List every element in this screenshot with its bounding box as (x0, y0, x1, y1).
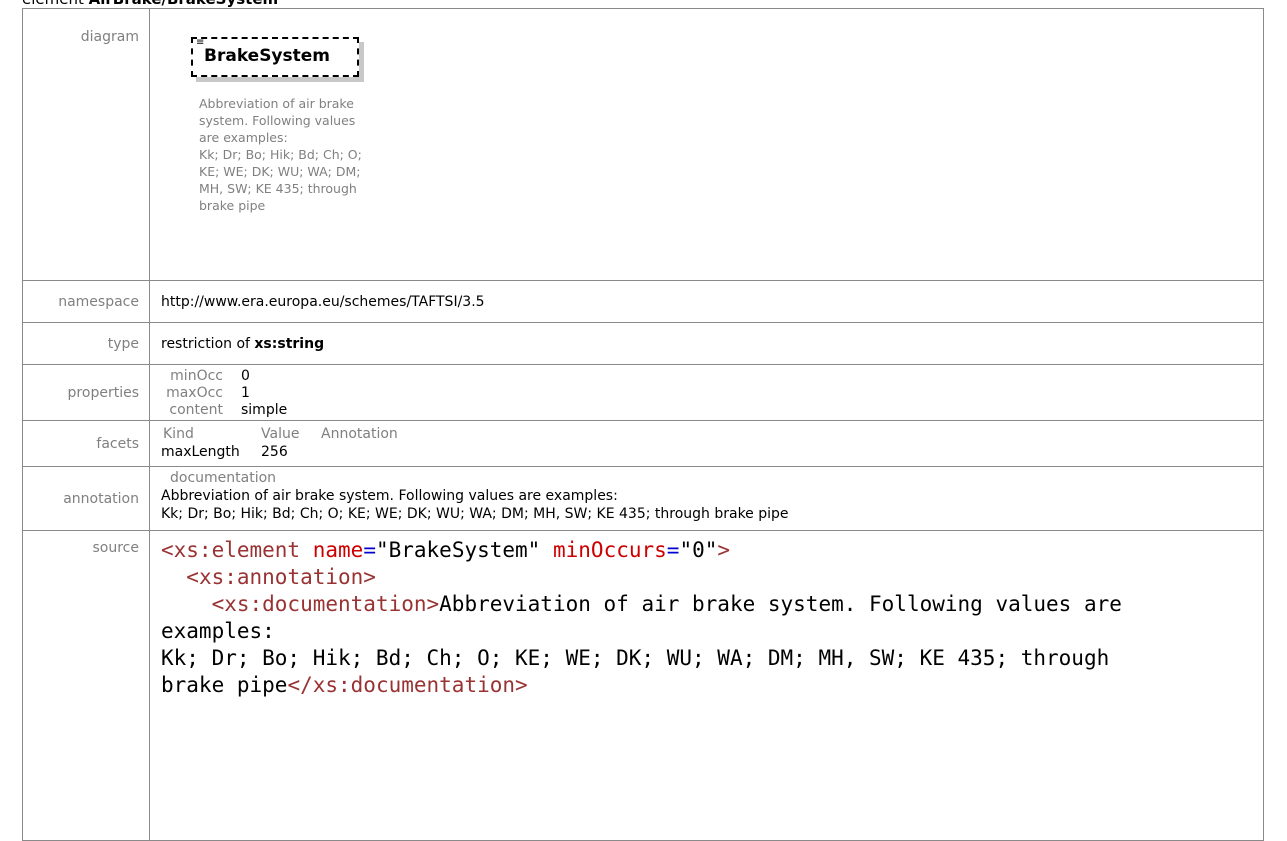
row-diagram: diagram ≡ BrakeSystem Abbreviation of ai… (22, 8, 1264, 281)
src-tag: <xs:element (161, 538, 301, 562)
facet-header-kind: Kind (163, 426, 194, 442)
element-box[interactable]: ≡ BrakeSystem (191, 37, 359, 77)
label-properties: properties (22, 364, 150, 421)
diagram-doc-line: brake pipe (199, 198, 266, 213)
src-val: "BrakeSystem" (375, 538, 541, 562)
label-type: type (22, 322, 150, 365)
namespace-value: http://www.era.europa.eu/schemes/TAFTSI/… (149, 280, 1264, 323)
src-text: examples: (161, 619, 275, 643)
prop-key: minOcc (170, 368, 223, 384)
prop-key: maxOcc (166, 385, 223, 401)
diagram-cell: ≡ BrakeSystem Abbreviation of air brake … (149, 8, 1264, 281)
annotation-line: Abbreviation of air brake system. Follow… (161, 488, 618, 504)
label-diagram: diagram (22, 8, 150, 281)
type-prefix: restriction of (161, 335, 255, 352)
src-attr: name (312, 538, 364, 562)
src-text: Abbreviation of air brake system. Follow… (439, 592, 1122, 616)
type-base[interactable]: xs:string (254, 336, 324, 352)
src-eq: = (666, 538, 680, 562)
src-tag: <xs:documentation> (211, 592, 440, 616)
label-source: source (22, 530, 150, 841)
src-eq: = (363, 538, 376, 562)
label-namespace: namespace (22, 280, 150, 323)
row-properties: properties minOcc 0 maxOcc 1 content sim… (22, 364, 1264, 421)
facets-value: Kind Value Annotation maxLength 256 (149, 420, 1264, 467)
page-heading: element AirBrake/BrakeSystem (22, 0, 278, 8)
row-annotation: annotation documentation Abbreviation of… (22, 466, 1264, 531)
diagram-doc-line: are examples: (199, 130, 288, 145)
src-text: Kk; Dr; Bo; Hik; Bd; Ch; O; KE; WE; DK; … (161, 646, 1110, 670)
type-value: restriction of xs:string (149, 322, 1264, 365)
row-type: type restriction of xs:string (22, 322, 1264, 365)
source-value: <xs:element name="BrakeSystem" minOccurs… (149, 530, 1264, 841)
diagram-documentation: Abbreviation of air brake system. Follow… (199, 95, 429, 214)
label-facets: facets (22, 420, 150, 467)
row-namespace: namespace http://www.era.europa.eu/schem… (22, 280, 1264, 323)
diagram-doc-line: system. Following values (199, 113, 356, 128)
src-text: brake pipe (161, 673, 288, 697)
diagram-doc-line: Abbreviation of air brake (199, 96, 354, 111)
src-tag: > (717, 538, 731, 562)
source-code: <xs:element name="BrakeSystem" minOccurs… (150, 531, 1263, 699)
prop-value: 1 (241, 385, 250, 401)
src-val: "0" (679, 538, 718, 562)
row-source: source <xs:element name="BrakeSystem" mi… (22, 530, 1264, 841)
facet-value: 256 (261, 444, 288, 460)
annotation-line: Kk; Dr; Bo; Hik; Bd; Ch; O; KE; WE; DK; … (161, 506, 789, 522)
facet-header-annotation: Annotation (321, 426, 398, 442)
diagram-doc-line: KE; WE; DK; WU; WA; DM; (199, 164, 361, 179)
heading-prefix: element (22, 0, 84, 8)
heading-element-name: AirBrake/BrakeSystem (89, 0, 279, 8)
facet-header-value: Value (261, 426, 300, 442)
src-tag: </xs:documentation> (287, 673, 528, 697)
prop-value: simple (241, 402, 288, 418)
src-attr: minOccurs (553, 538, 667, 562)
row-facets: facets Kind Value Annotation maxLength 2… (22, 420, 1264, 467)
facets-header: Kind Value Annotation (161, 425, 1263, 443)
annotation-value: documentation Abbreviation of air brake … (149, 466, 1264, 531)
diagram-doc-line: MH, SW; KE 435; through (199, 181, 357, 196)
annotation-title: documentation (170, 470, 277, 486)
src-tag: <xs:annotation> (186, 565, 376, 589)
facet-annotation (321, 443, 441, 461)
prop-value: 0 (241, 368, 250, 384)
facet-kind: maxLength (161, 444, 240, 460)
properties-value: minOcc 0 maxOcc 1 content simple (149, 364, 1264, 421)
element-box-name: BrakeSystem (204, 46, 331, 66)
prop-key: content (169, 402, 223, 418)
properties-table: diagram ≡ BrakeSystem Abbreviation of ai… (22, 8, 1264, 841)
label-annotation: annotation (22, 466, 150, 531)
diagram-doc-line: Kk; Dr; Bo; Hik; Bd; Ch; O; (199, 147, 362, 162)
facet-row: maxLength 256 (161, 443, 1263, 461)
